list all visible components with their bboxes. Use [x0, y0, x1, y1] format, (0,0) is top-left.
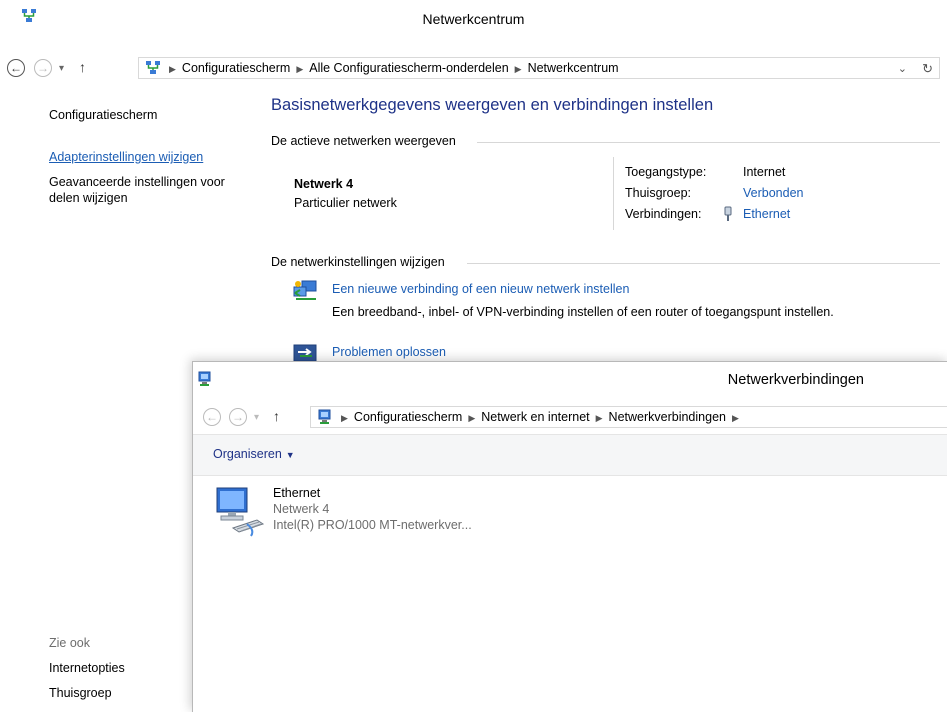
address-history-dropdown[interactable]: ⌄ [898, 62, 907, 75]
breadcrumb-separator-icon: ▶ [468, 413, 476, 423]
network-info-divider [613, 157, 614, 230]
change-adapter-settings-link[interactable]: Adapterinstellingen wijzigen [49, 150, 203, 164]
breadcrumb: ▶ Configuratiescherm ▶ Netwerk en internet ▶… [335, 410, 745, 424]
access-type-value: Internet [743, 165, 786, 179]
address-bar: ← → ▾ ↑ ▶ Configuratiescherm ▶ Alle Configu… [0, 34, 947, 79]
adapter-network: Netwerk 4 [273, 502, 330, 516]
troubleshoot-link[interactable]: Problemen oplossen [332, 345, 446, 359]
active-networks-section-label: De actieve netwerken weergeven [271, 134, 456, 148]
title-bar[interactable]: Netwerkcentrum [0, 0, 947, 34]
setup-new-connection-link[interactable]: Een nieuwe verbinding of een nieuw netwe… [332, 282, 629, 296]
homegroup-label: Thuisgroep: [625, 186, 692, 200]
chevron-down-icon: ▼ [285, 450, 295, 460]
window-title: Netwerkcentrum [422, 11, 525, 27]
title-bar[interactable]: Netwerkverbindingen [193, 362, 947, 398]
refresh-icon[interactable]: ↻ [922, 61, 933, 77]
network-location-icon [145, 60, 161, 76]
homegroup-link[interactable]: Thuisgroep [49, 686, 112, 700]
connections-label: Verbindingen: [625, 207, 702, 221]
breadcrumb-item-network-center[interactable]: Netwerkcentrum [528, 61, 619, 75]
breadcrumb-separator-icon: ▶ [296, 64, 304, 74]
forward-button[interactable]: → [34, 59, 52, 77]
ethernet-connection-link[interactable]: Ethernet [743, 207, 790, 221]
recent-locations-dropdown[interactable]: ▾ [59, 63, 64, 74]
section-divider [477, 142, 940, 143]
breadcrumb-separator-icon: ▶ [595, 413, 603, 423]
breadcrumb-item-control-panel[interactable]: Configuratiescherm [182, 61, 290, 75]
adapter-device: Intel(R) PRO/1000 MT-netwerkver... [273, 518, 472, 532]
section-divider [467, 263, 940, 264]
advanced-sharing-settings-link[interactable]: Geavanceerde instellingen voor delen wij… [49, 174, 254, 206]
back-button[interactable]: ← [7, 59, 25, 77]
ethernet-adapter-item[interactable]: Ethernet Netwerk 4 Intel(R) PRO/1000 MT-… [211, 484, 511, 544]
page-title: Basisnetwerkgegevens weergeven en verbin… [271, 96, 714, 114]
breadcrumb-item-all-items[interactable]: Alle Configuratiescherm-onderdelen [309, 61, 508, 75]
organize-menu-button[interactable]: Organiseren ▼ [213, 447, 295, 461]
network-adapter-icon [211, 484, 267, 543]
internet-options-link[interactable]: Internetopties [49, 661, 125, 675]
address-box[interactable]: ▶ Configuratiescherm ▶ Alle Configuratiesch… [138, 57, 940, 79]
network-name: Netwerk 4 [294, 177, 354, 191]
up-button[interactable]: ↑ [273, 408, 280, 424]
up-button[interactable]: ↑ [79, 59, 86, 75]
see-also-label: Zie ook [49, 636, 90, 650]
network-connections-app-icon [197, 371, 213, 387]
access-type-label: Toegangstype: [625, 165, 707, 179]
ethernet-plug-icon [723, 206, 733, 222]
new-connection-icon [292, 279, 320, 306]
network-type: Particulier netwerk [294, 196, 397, 210]
change-settings-section-label: De netwerkinstellingen wijzigen [271, 255, 445, 269]
forward-button[interactable]: → [229, 408, 247, 426]
breadcrumb-item-control-panel[interactable]: Configuratiescherm [354, 410, 462, 424]
network-connections-window: Netwerkverbindingen ← → ▾ ↑ ▶ Configurati… [192, 361, 947, 712]
control-panel-home-link[interactable]: Configuratiescherm [49, 108, 157, 122]
breadcrumb-separator-icon: ▶ [514, 64, 522, 74]
command-bar: Organiseren ▼ [193, 434, 947, 476]
setup-new-connection-description: Een breedband-, inbel- of VPN-verbinding… [332, 305, 834, 319]
breadcrumb: ▶ Configuratiescherm ▶ Alle Configuratiesch… [163, 61, 619, 75]
adapter-name: Ethernet [273, 486, 321, 500]
back-button[interactable]: ← [203, 408, 221, 426]
network-location-icon [317, 409, 333, 425]
organize-label: Organiseren [213, 447, 282, 461]
breadcrumb-item-network-connections[interactable]: Netwerkverbindingen [609, 410, 726, 424]
homegroup-status-link[interactable]: Verbonden [743, 186, 803, 200]
address-box[interactable]: ▶ Configuratiescherm ▶ Netwerk en internet ▶… [310, 406, 947, 428]
breadcrumb-item-network-internet[interactable]: Netwerk en internet [481, 410, 589, 424]
breadcrumb-separator-icon: ▶ [731, 413, 739, 423]
address-bar: ← → ▾ ↑ ▶ Configuratiescherm ▶ Netwerk en i… [193, 398, 947, 432]
window-title: Netwerkverbindingen [727, 372, 864, 388]
breadcrumb-separator-icon: ▶ [341, 413, 348, 423]
recent-locations-dropdown[interactable]: ▾ [254, 412, 259, 423]
breadcrumb-separator-icon: ▶ [169, 64, 176, 74]
